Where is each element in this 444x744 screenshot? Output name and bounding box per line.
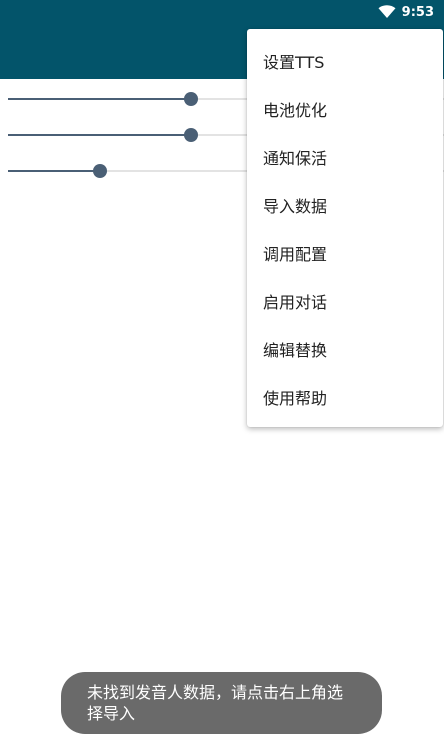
menu-item-battery-optimization[interactable]: 电池优化 bbox=[247, 85, 443, 133]
menu-item-notification-keepalive[interactable]: 通知保活 bbox=[247, 133, 443, 181]
toast-message: 未找到发音人数据，请点击右上角选择导入 bbox=[61, 672, 382, 734]
slider-fill bbox=[8, 170, 100, 172]
status-time: 9:53 bbox=[401, 4, 434, 20]
slider-fill bbox=[8, 134, 192, 136]
overflow-menu: 设置TTS 电池优化 通知保活 导入数据 调用配置 启用对话 编辑替换 使用帮助 bbox=[247, 29, 443, 427]
slider-thumb[interactable] bbox=[92, 164, 107, 178]
wifi-icon bbox=[378, 5, 396, 19]
status-bar: 9:53 bbox=[0, 0, 444, 24]
menu-item-edit-replace[interactable]: 编辑替换 bbox=[247, 325, 443, 373]
slider-thumb[interactable] bbox=[184, 92, 199, 106]
menu-item-invoke-config[interactable]: 调用配置 bbox=[247, 229, 443, 277]
menu-item-set-tts[interactable]: 设置TTS bbox=[247, 37, 443, 85]
menu-item-import-data[interactable]: 导入数据 bbox=[247, 181, 443, 229]
slider-fill bbox=[8, 98, 192, 100]
menu-item-help[interactable]: 使用帮助 bbox=[247, 373, 443, 421]
slider-thumb[interactable] bbox=[184, 128, 199, 142]
menu-item-enable-dialog[interactable]: 启用对话 bbox=[247, 277, 443, 325]
